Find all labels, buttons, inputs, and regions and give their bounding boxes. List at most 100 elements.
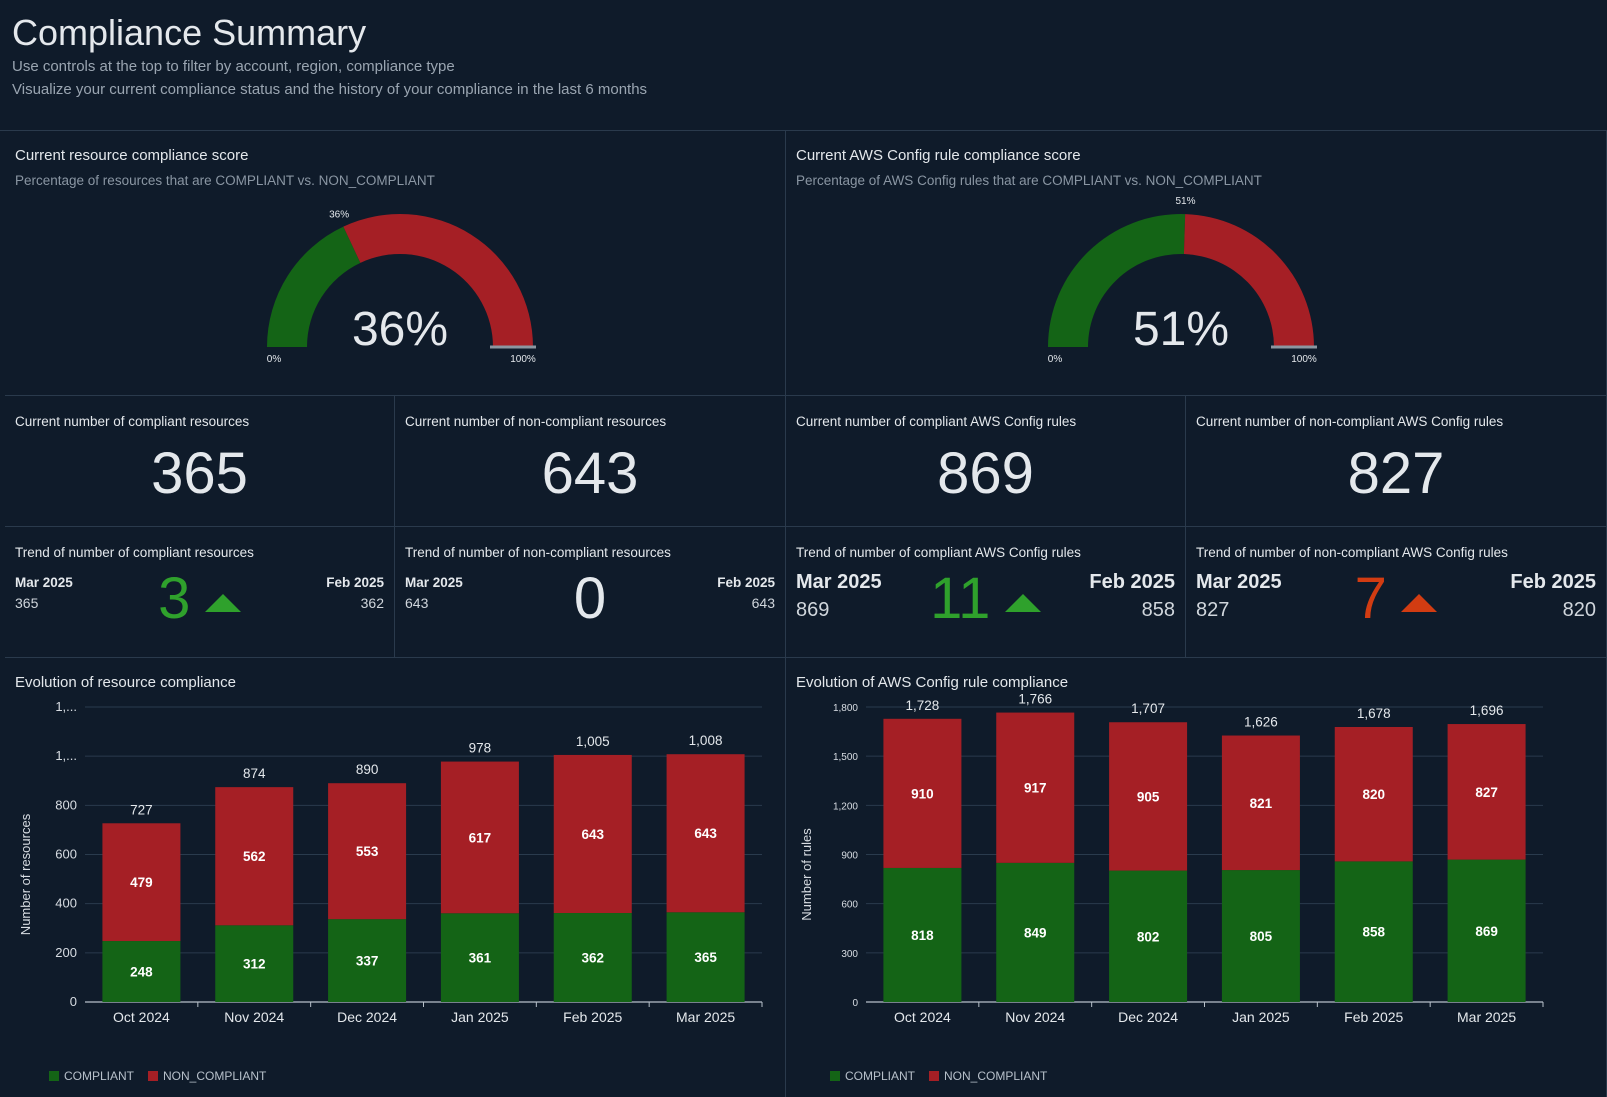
y-tick-label: 1,800	[833, 703, 858, 714]
kpi-non-compliant-config-rules[interactable]: Current number of non-compliant AWS Conf…	[1186, 396, 1607, 527]
data-label-compliant: 805	[1250, 929, 1273, 944]
resource-compliance-gauge: 36% 36% 0% 100%	[267, 210, 536, 365]
panel-title: Current resource compliance score	[15, 147, 249, 164]
y-axis-label: Number of resources	[18, 813, 33, 935]
trend-delta: 0	[573, 566, 607, 631]
chart-legend: COMPLIANT NON_COMPLIANT	[830, 1069, 1047, 1083]
page-subtitle-filter-hint: Use controls at the top to filter by acc…	[12, 58, 455, 75]
data-label-compliant: 248	[130, 965, 153, 980]
trend-up-arrow-icon	[204, 593, 241, 612]
data-label-total: 1,707	[1131, 701, 1165, 716]
trend-delta: 3	[158, 566, 191, 631]
trend-label: Trend of number of non-compliant resourc…	[405, 545, 671, 560]
gauge-marker-label: 36%	[329, 210, 349, 221]
data-label-non-compliant: 553	[356, 844, 379, 859]
config-rule-compliance-score-panel[interactable]: Current AWS Config rule compliance score…	[786, 131, 1607, 396]
data-label-non-compliant: 910	[911, 786, 934, 801]
kpi-compliant-config-rules[interactable]: Current number of compliant AWS Config r…	[786, 396, 1186, 527]
data-label-non-compliant: 827	[1475, 785, 1498, 800]
page-title: Compliance Summary	[12, 12, 367, 53]
gauge-compliant-arc	[267, 226, 361, 347]
kpi-label: Current number of non-compliant resource…	[405, 414, 667, 429]
y-tick-label: 800	[55, 797, 77, 812]
data-label-total: 1,696	[1470, 703, 1504, 718]
data-label-compliant: 312	[243, 957, 266, 972]
trend-delta: 7	[1354, 566, 1387, 631]
gauge-max-label: 100%	[1291, 354, 1317, 365]
data-label-compliant: 361	[469, 951, 492, 966]
gauge-marker-label: 51%	[1175, 197, 1195, 207]
y-tick-label: 600	[55, 847, 77, 862]
data-label-total: 874	[243, 766, 266, 781]
trend-up-arrow-icon	[1004, 593, 1041, 612]
panel-subtitle: Percentage of AWS Config rules that are …	[796, 173, 1262, 188]
x-tick-label: Dec 2024	[1118, 1009, 1178, 1025]
legend-swatch-compliant	[830, 1071, 840, 1081]
gauge-value: 51%	[1133, 303, 1229, 356]
config-rule-compliance-evolution-panel[interactable]: Evolution of AWS Config rule compliance …	[786, 658, 1607, 1097]
y-tick-label: 1,500	[833, 752, 858, 763]
x-tick-label: Dec 2024	[337, 1009, 397, 1025]
trend-compliant-resources[interactable]: Trend of number of compliant resources M…	[5, 527, 395, 658]
gauge-min-label: 0%	[267, 354, 282, 365]
trend-delta: 11	[930, 566, 991, 631]
data-label-non-compliant: 643	[694, 826, 717, 841]
x-tick-label: Feb 2025	[563, 1009, 622, 1025]
trend-up-arrow-icon	[1401, 593, 1438, 612]
trend-label: Trend of number of compliant resources	[15, 545, 254, 560]
trend-compliant-config-rules[interactable]: Trend of number of compliant AWS Config …	[786, 527, 1186, 658]
gauge-max-label: 100%	[510, 354, 536, 365]
page-subtitle-description: Visualize your current compliance status…	[12, 81, 648, 98]
data-label-total: 727	[130, 802, 153, 817]
gauge-value: 36%	[352, 303, 448, 356]
legend-swatch-non-compliant	[148, 1071, 159, 1081]
x-tick-label: Feb 2025	[1344, 1009, 1403, 1025]
data-label-compliant: 869	[1475, 924, 1498, 939]
chart-legend: COMPLIANT NON_COMPLIANT	[49, 1069, 266, 1083]
y-tick-label: 1,...	[55, 748, 77, 763]
data-label-compliant: 849	[1024, 925, 1047, 940]
kpi-non-compliant-resources[interactable]: Current number of non-compliant resource…	[395, 396, 786, 527]
kpi-compliant-resources[interactable]: Current number of compliant resources 36…	[5, 396, 395, 527]
resource-compliance-evolution-panel[interactable]: Evolution of resource compliance 0 200 400…	[5, 658, 786, 1097]
config-rule-compliance-gauge: 51% 51% 0% 100%	[1048, 197, 1317, 365]
y-tick-label: 400	[55, 896, 77, 911]
trend-label: Trend of number of non-compliant AWS Con…	[1196, 545, 1508, 560]
x-tick-label: Jan 2025	[1232, 1009, 1290, 1025]
x-tick-label: Mar 2025	[676, 1009, 735, 1025]
data-label-compliant: 858	[1362, 925, 1385, 940]
legend-label-non-compliant: NON_COMPLIANT	[163, 1069, 267, 1083]
kpi-value: 643	[541, 441, 639, 506]
data-label-compliant: 818	[911, 928, 934, 943]
trend-delta-group: 3	[5, 565, 394, 632]
y-tick-label: 900	[841, 851, 858, 862]
y-tick-label: 600	[841, 900, 858, 911]
data-label-compliant: 337	[356, 954, 379, 969]
data-label-total: 1,678	[1357, 706, 1391, 721]
legend-label-compliant: COMPLIANT	[845, 1069, 916, 1083]
x-tick-label: Nov 2024	[1005, 1009, 1065, 1025]
config-rule-compliance-bar-chart: 0 300 600 900 1,200 1,500 1,800 Number of rules…	[799, 692, 1544, 1025]
data-label-compliant: 802	[1137, 929, 1160, 944]
data-label-non-compliant: 562	[243, 849, 266, 864]
trend-label: Trend of number of compliant AWS Config …	[796, 545, 1081, 560]
trend-delta-group: 7	[1186, 565, 1606, 632]
kpi-value: 869	[937, 441, 1034, 506]
trend-non-compliant-resources[interactable]: Trend of number of non-compliant resourc…	[395, 527, 786, 658]
y-tick-label: 0	[70, 994, 77, 1009]
data-label-non-compliant: 917	[1024, 781, 1047, 796]
resource-compliance-score-panel[interactable]: Current resource compliance score Percen…	[5, 131, 786, 396]
trend-non-compliant-config-rules[interactable]: Trend of number of non-compliant AWS Con…	[1186, 527, 1607, 658]
y-tick-label: 1,200	[833, 801, 858, 812]
dashboard-header: Compliance Summary Use controls at the t…	[0, 0, 1607, 131]
kpi-label: Current number of compliant resources	[15, 414, 250, 429]
x-tick-label: Mar 2025	[1457, 1009, 1516, 1025]
legend-label-non-compliant: NON_COMPLIANT	[944, 1069, 1048, 1083]
panel-subtitle: Percentage of resources that are COMPLIA…	[15, 173, 435, 188]
trend-delta-group: 0	[395, 565, 785, 632]
y-tick-label: 300	[841, 949, 858, 960]
trend-delta-group: 11	[786, 565, 1185, 632]
x-tick-label: Oct 2024	[113, 1009, 170, 1025]
data-label-total: 1,728	[906, 698, 940, 713]
y-tick-label: 1,...	[55, 699, 77, 714]
